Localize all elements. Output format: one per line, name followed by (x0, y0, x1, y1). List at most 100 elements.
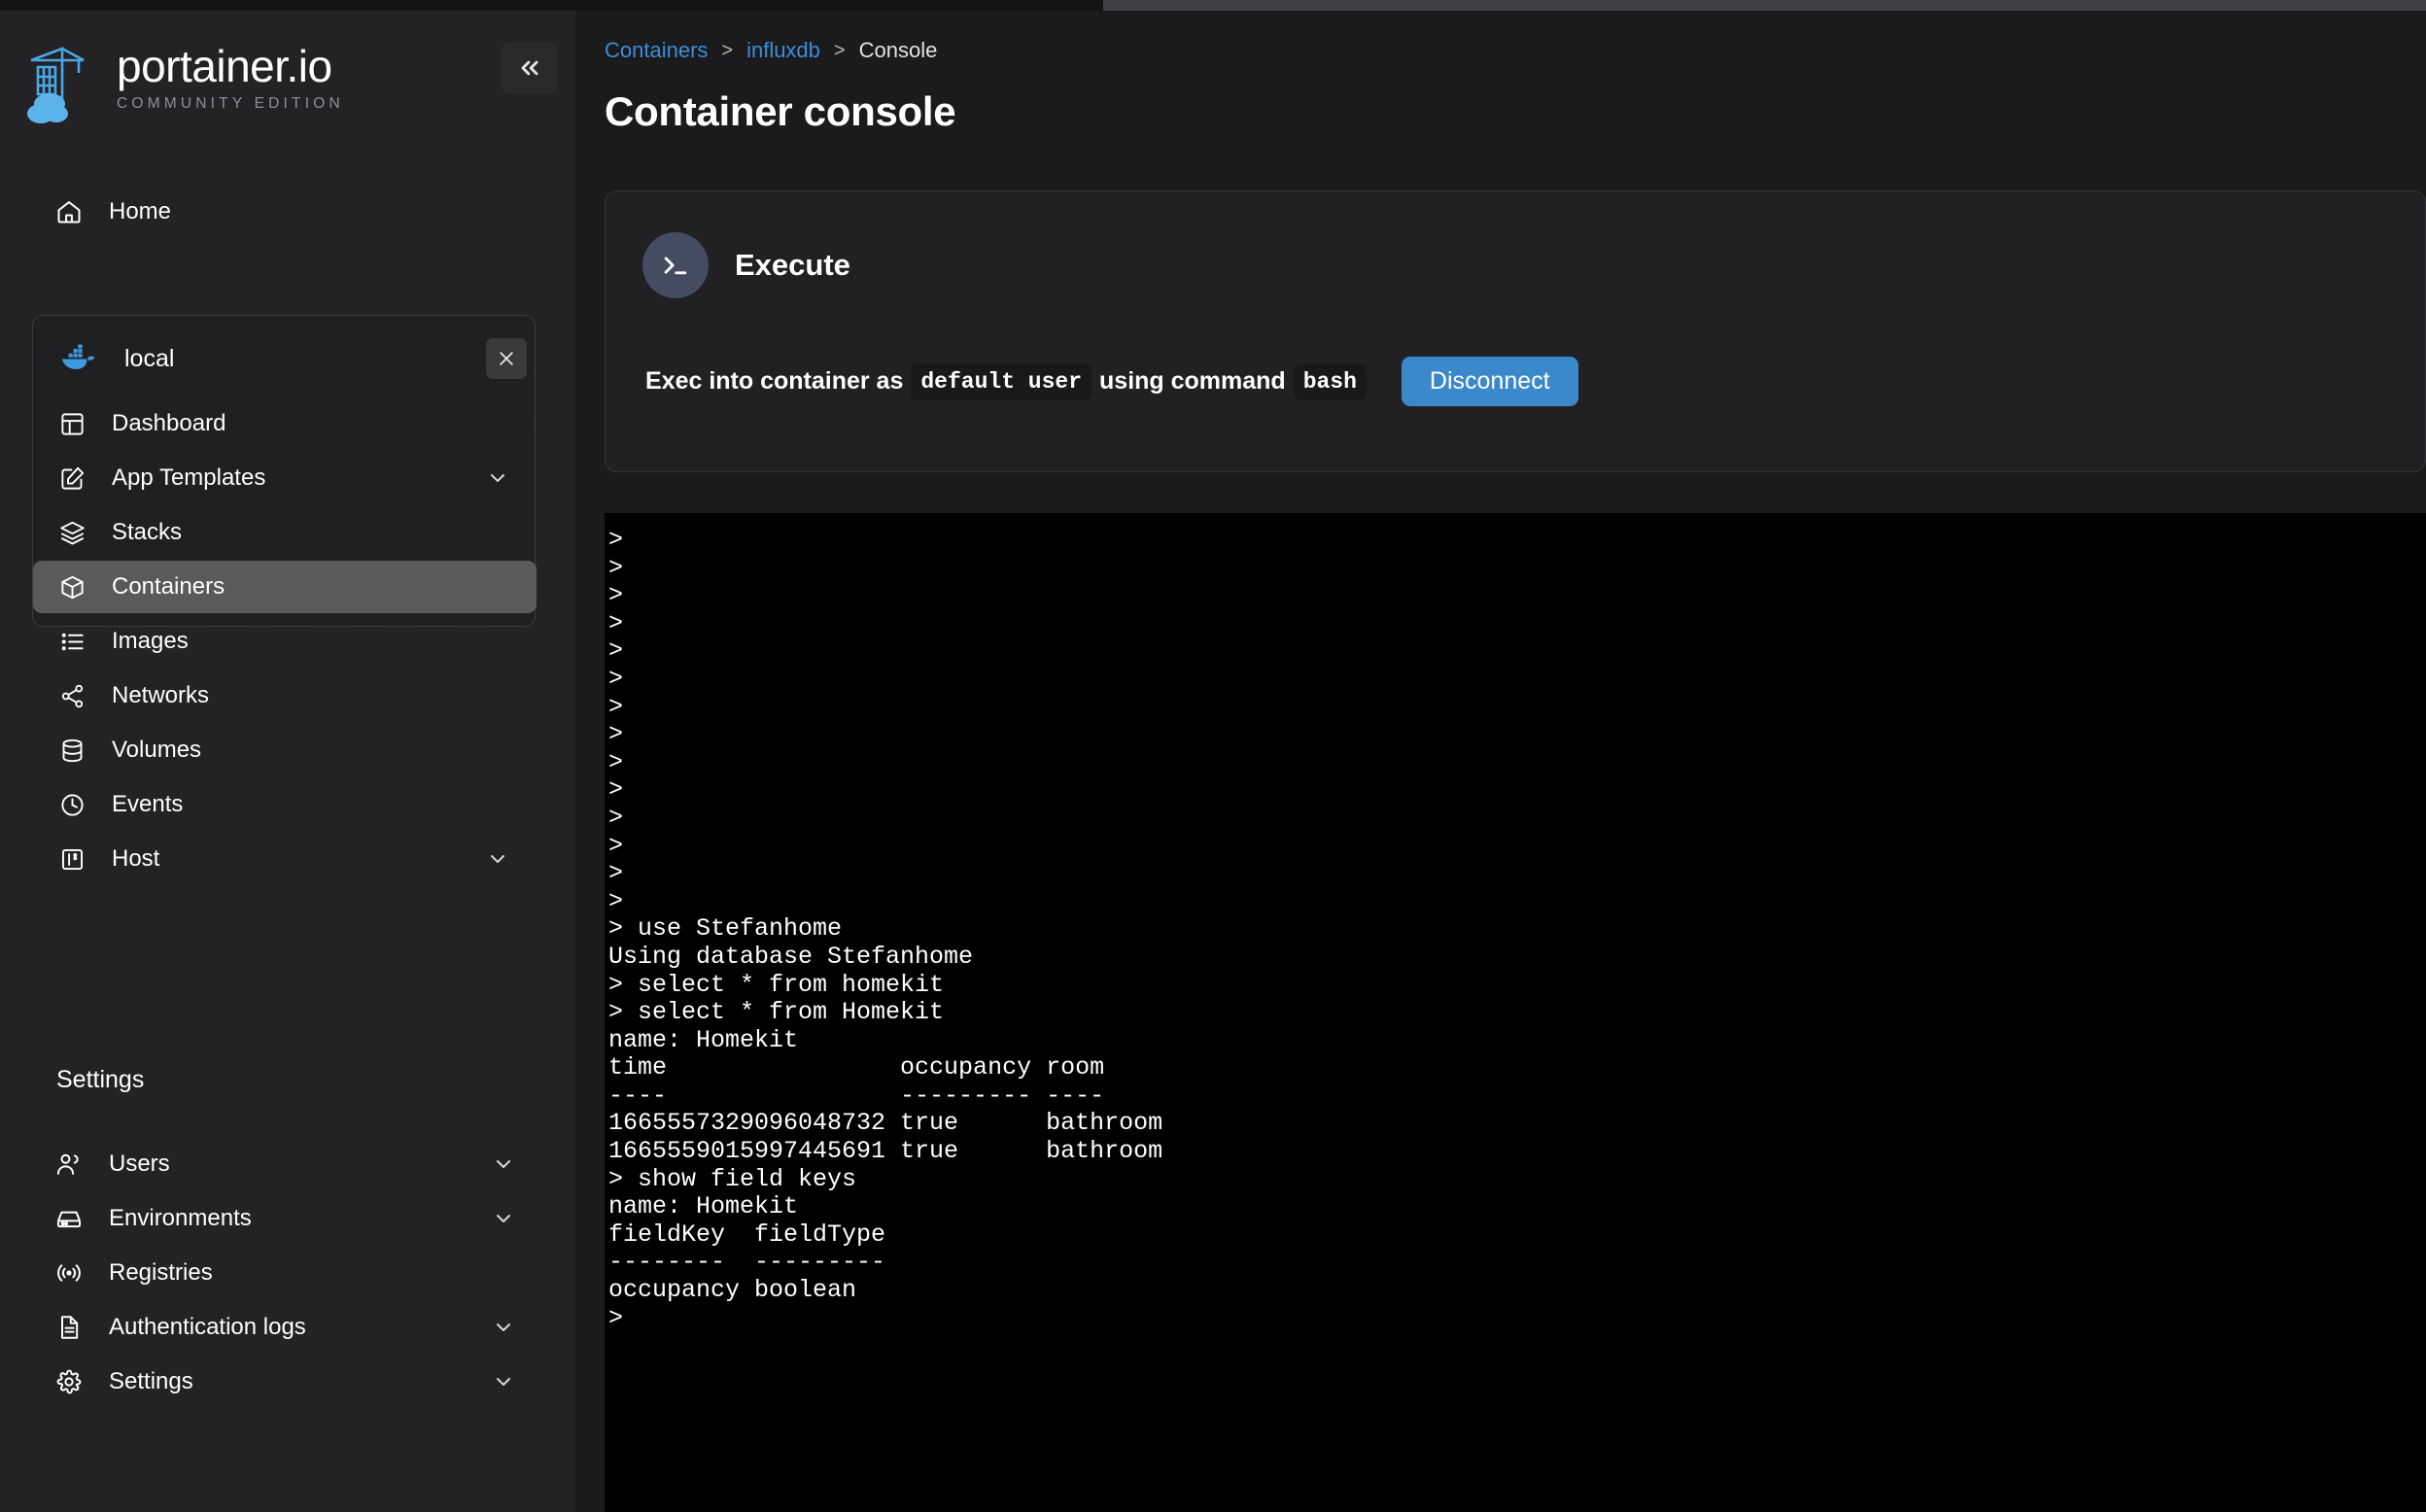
terminal-line: 1665559015997445691 true bathroom (608, 1138, 2426, 1166)
terminal-line: > select * from homekit (608, 972, 2426, 1000)
terminal-line: Using database Stefanhome (608, 944, 2426, 972)
terminal-line: > (608, 888, 2426, 916)
chevron-down-icon (492, 1152, 515, 1176)
terminal-line: > show field keys (608, 1166, 2426, 1194)
edit-square-icon (57, 464, 87, 493)
sidebar-item-environments[interactable]: Environments (33, 1192, 542, 1245)
sidebar-item-label: Users (109, 1151, 170, 1178)
terminal-line: time occupancy room (608, 1054, 2426, 1082)
list-icon (57, 627, 87, 656)
scrollbar-thumb[interactable] (1103, 0, 2426, 11)
sidebar-item-images[interactable]: Images (33, 615, 537, 668)
exec-text-before-user: Exec into container as (645, 367, 903, 395)
clock-icon (57, 790, 87, 819)
chevron-down-icon (492, 1207, 515, 1230)
brand-title: portainer.io (117, 42, 344, 90)
sidebar-item-dashboard[interactable]: Dashboard (33, 397, 537, 450)
terminal-line: > select * from Homekit (608, 999, 2426, 1027)
terminal-output[interactable]: >>>>>>>>>>>>>>> use StefanhomeUsing data… (605, 513, 2426, 1512)
sidebar-item-users[interactable]: Users (33, 1138, 542, 1190)
share-nodes-icon (57, 681, 87, 710)
gear-icon (54, 1367, 84, 1396)
terminal-line: > (608, 666, 2426, 694)
crane-icon (23, 44, 99, 123)
terminal-line: > (608, 1305, 2426, 1333)
terminal-line: > (608, 749, 2426, 777)
exec-text-before-command: using command (1099, 367, 1286, 395)
sidebar-item-label: Registries (109, 1259, 213, 1287)
radio-waves-icon (54, 1258, 84, 1288)
terminal-line: > (608, 805, 2426, 833)
terminal-lines: >>>>>>>>>>>>>>> use StefanhomeUsing data… (605, 527, 2426, 1332)
terminal-line: -------- --------- (608, 1249, 2426, 1277)
sidebar-item-networks[interactable]: Networks (33, 670, 537, 722)
sidebar-item-label: Dashboard (112, 410, 225, 437)
exec-description-row: Exec into container as default user usin… (645, 357, 1578, 406)
sidebar-item-label: Containers (112, 573, 225, 601)
sidebar-item-registries[interactable]: Registries (33, 1247, 542, 1299)
sidebar-item-containers[interactable]: Containers (33, 561, 537, 613)
terminal-line: ---- --------- ---- (608, 1082, 2426, 1111)
breadcrumb-item-console: Console (859, 38, 938, 63)
brand-logo[interactable]: portainer.io COMMUNITY EDITION (23, 36, 552, 129)
sidebar-item-label: Host (112, 845, 159, 873)
chevron-down-icon (492, 1370, 515, 1393)
terminal-line: > (608, 860, 2426, 888)
settings-section-title: Settings (56, 1066, 144, 1094)
dashboard-icon (57, 409, 87, 438)
sidebar-item-volumes[interactable]: Volumes (33, 724, 537, 776)
brand-text: portainer.io COMMUNITY EDITION (117, 42, 344, 114)
top-horizontal-scrollbar[interactable] (0, 0, 2426, 11)
breadcrumb-item-containers[interactable]: Containers (605, 38, 708, 63)
terminal-line: > (608, 610, 2426, 638)
environment-header[interactable]: local (33, 331, 537, 386)
sidebar-item-events[interactable]: Events (33, 778, 537, 831)
terminal-line: name: Homekit (608, 1193, 2426, 1221)
terminal-line: > (608, 721, 2426, 749)
sidebar-item-label: Volumes (112, 737, 201, 764)
sidebar-item-label: Images (112, 628, 189, 655)
sidebar-item-label: Settings (109, 1368, 193, 1395)
terminal-line: 1665557329096048732 true bathroom (608, 1110, 2426, 1138)
disconnect-button[interactable]: Disconnect (1402, 357, 1578, 406)
sidebar-item-label: Authentication logs (109, 1314, 306, 1341)
execute-card: Execute Exec into container as default u… (605, 190, 2426, 472)
page-title: Container console (605, 88, 955, 135)
sidebar-item-stacks[interactable]: Stacks (33, 506, 537, 559)
terminal-line: > (608, 555, 2426, 583)
box-icon (57, 572, 87, 601)
document-icon (54, 1313, 84, 1342)
chevron-double-left-icon (516, 54, 543, 82)
sidebar-item-host[interactable]: Host (33, 833, 537, 885)
docker-whale-icon (60, 344, 97, 373)
sidebar-item-authentication-logs[interactable]: Authentication logs (33, 1301, 542, 1354)
terminal-line: > use Stefanhome (608, 915, 2426, 944)
environment-name: local (124, 345, 486, 373)
exec-user-chip: default user (911, 363, 1092, 400)
users-icon (54, 1150, 84, 1179)
breadcrumb-separator: > (721, 40, 733, 62)
exec-command-chip: bash (1294, 363, 1367, 400)
sidebar-item-app-templates[interactable]: App Templates (33, 452, 537, 504)
database-icon (57, 736, 87, 765)
sidebar-item-label: Events (112, 791, 183, 818)
terminal-line: > (608, 582, 2426, 610)
close-icon[interactable] (486, 338, 527, 379)
sidebar-item-home[interactable]: Home (33, 186, 542, 238)
hard-drive-icon (54, 1204, 84, 1233)
execute-card-title: Execute (735, 248, 850, 283)
terminal-line: name: Homekit (608, 1027, 2426, 1055)
terminal-line: fieldKey fieldType (608, 1221, 2426, 1250)
sidebar: portainer.io COMMUNITY EDITION Home (0, 11, 575, 1512)
sidebar-item-settings[interactable]: Settings (33, 1356, 542, 1408)
sidebar-item-label: Home (109, 198, 171, 225)
chevron-down-icon (486, 847, 509, 871)
sidebar-item-label: Stacks (112, 519, 182, 546)
sidebar-item-label: Networks (112, 682, 209, 709)
breadcrumb-item-influxdb[interactable]: influxdb (746, 38, 820, 63)
execute-card-header: Execute (642, 232, 850, 298)
sidebar-collapse-button[interactable] (502, 42, 558, 94)
main-content: Containers > influxdb > Console Containe… (575, 11, 2426, 1512)
environment-panel: local Dashboard App Templates (32, 315, 536, 627)
sidebar-item-label: Environments (109, 1205, 252, 1232)
